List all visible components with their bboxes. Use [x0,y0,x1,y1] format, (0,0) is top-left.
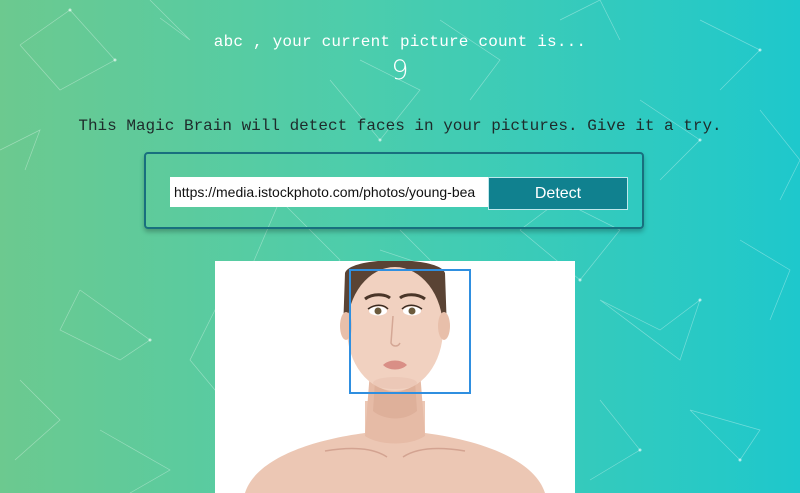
intro-text: This Magic Brain will detect faces in yo… [78,117,722,135]
detect-button[interactable]: Detect [488,177,628,210]
image-url-input[interactable] [170,177,488,207]
image-link-form: Detect [144,152,644,229]
face-image-container [215,261,575,493]
rank-count: 9 [391,55,409,86]
face-bounding-box [349,269,471,394]
rank-message: abc , your current picture count is... [213,33,587,51]
